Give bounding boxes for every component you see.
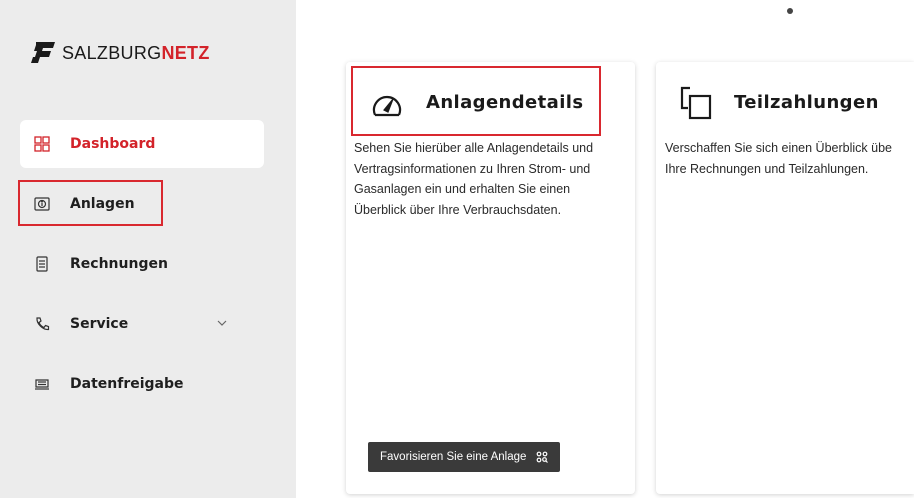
card-description-line: Verschaffen Sie sich einen Überblick übe (665, 141, 892, 155)
qr-search-icon (536, 451, 549, 463)
brand-name-part1: SALZBURG (62, 42, 162, 63)
card-description-line: Ihre Rechnungen und Teilzahlungen. (665, 161, 869, 176)
card-title: Teilzahlungen (734, 92, 879, 113)
chevron-down-icon[interactable] (216, 316, 228, 332)
logo-mark-icon (30, 40, 56, 66)
card-description: Sehen Sie hierüber alle Anlagendetails u… (354, 141, 594, 217)
favorite-plant-button[interactable]: Favorisieren Sie eine Anlage (368, 442, 561, 472)
grid-icon (34, 136, 50, 152)
card-teilzahlungen[interactable]: Teilzahlungen Verschaffen Sie sich einen… (656, 62, 914, 494)
favorite-plant-button-label: Favorisieren Sie eine Anlage (380, 451, 527, 463)
card-title: Anlagendetails (426, 92, 584, 113)
monitor-icon (34, 376, 50, 392)
sidebar-item-label: Rechnungen (70, 256, 168, 272)
cutoff-glyph (787, 8, 793, 14)
brand-name-part2: NETZ (161, 42, 210, 63)
sidebar-item-label: Datenfreigabe (70, 376, 184, 392)
sidebar-item-label: Service (70, 316, 129, 332)
sidebar-item-label: Dashboard (70, 136, 156, 152)
sidebar-item-dashboard[interactable]: Dashboard (20, 120, 264, 168)
copy-icon (680, 86, 712, 124)
document-icon (34, 256, 50, 272)
sidebar-item-anlagen[interactable]: Anlagen (20, 180, 264, 228)
sidebar-item-rechnungen[interactable]: Rechnungen (20, 240, 264, 288)
sidebar-item-datenfreigabe[interactable]: Datenfreigabe (20, 360, 264, 408)
info-box-icon (34, 196, 50, 212)
speedometer-icon (370, 88, 404, 126)
card-anlagendetails[interactable]: Anlagendetails Sehen Sie hierüber alle A… (346, 62, 635, 494)
brand-logo[interactable]: SALZBURGNETZ (30, 40, 210, 66)
sidebar-item-service[interactable]: Service (20, 300, 264, 348)
sidebar-item-label: Anlagen (70, 196, 135, 212)
sidebar: SALZBURGNETZ Dashboard Anlagen Rechnunge… (0, 0, 296, 498)
phone-icon (34, 316, 50, 332)
